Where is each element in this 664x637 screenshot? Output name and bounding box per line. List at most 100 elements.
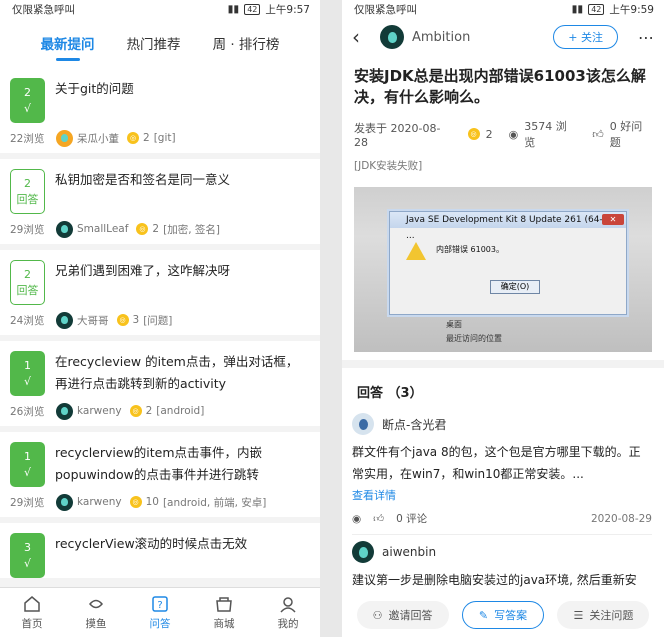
- nav-home[interactable]: 首页: [0, 588, 64, 637]
- question-title[interactable]: 关于git的问题: [55, 78, 134, 100]
- question-item[interactable]: 2 回答 私钥加密是否和签名是同一意义 29浏览 SmallLeaf ◎ 2 [加…: [0, 159, 320, 244]
- answer-count-badge: 3 √: [10, 533, 45, 578]
- question-tabs: 最新提问 热门推荐 周 · 排行榜: [0, 18, 320, 68]
- question-title[interactable]: recyclerview的item点击事件，内嵌popuwindow的点击事件并…: [55, 442, 310, 486]
- bottom-nav: 首页 摸鱼 ? 问答 商城 我的: [0, 587, 320, 637]
- battery-icon: 42: [244, 3, 261, 15]
- nav-moyu[interactable]: 摸鱼: [64, 588, 128, 637]
- avatar[interactable]: [56, 220, 73, 238]
- nav-profile[interactable]: 我的: [256, 588, 320, 637]
- answer-username[interactable]: 断点-含光君: [382, 416, 446, 433]
- question-item[interactable]: 3 √ recyclerView滚动的时候点击无效: [0, 523, 320, 578]
- answer-count-badge: 1 √: [10, 442, 45, 487]
- answer-count-badge: 2 回答: [10, 169, 45, 214]
- answers-header: 回答 （3）: [357, 386, 423, 401]
- question-item[interactable]: 2 回答 兄弟们遇到困难了，这咋解决呀 24浏览 大哥哥 ◎ 3 [问题]: [0, 250, 320, 335]
- edit-icon: ✎: [478, 608, 489, 622]
- coin-icon: ◎: [129, 405, 142, 417]
- question-title[interactable]: 私钥加密是否和签名是同一意义: [55, 169, 230, 191]
- write-answer-button[interactable]: ✎ 写答案: [461, 601, 545, 629]
- nav-qa[interactable]: ? 问答: [128, 588, 192, 637]
- tab-weekly-ranking[interactable]: 周 · 排行榜: [213, 33, 280, 53]
- username[interactable]: karweny: [77, 405, 122, 417]
- question-meta: 24浏览 大哥哥 ◎ 3 [问题]: [10, 305, 310, 335]
- answer-count-badge: 2 √: [10, 78, 45, 123]
- thumb-up-icon[interactable]: 👍︎: [373, 512, 384, 525]
- username[interactable]: 呆瓜小董: [77, 131, 119, 146]
- tab-latest[interactable]: 最新提问: [41, 33, 95, 61]
- avatar[interactable]: [352, 541, 374, 563]
- thumb-up-icon[interactable]: 👍︎: [592, 128, 604, 141]
- username[interactable]: SmallLeaf: [77, 223, 128, 235]
- tags: [问题]: [143, 314, 173, 327]
- coin-icon: ◎: [127, 132, 139, 144]
- tab-hot[interactable]: 热门推荐: [127, 33, 181, 53]
- answer-item[interactable]: aiwenbin 建议第一步是删除电脑安装过的java环境, 然后重新安: [342, 535, 664, 591]
- answer-text: 建议第一步是删除电脑安装过的java环境, 然后重新安: [352, 573, 637, 587]
- question-item[interactable]: 2 √ 关于git的问题 22浏览 呆瓜小董 ◎ 2 [git]: [0, 68, 320, 153]
- question-title[interactable]: recyclerView滚动的时候点击无效: [55, 533, 247, 555]
- tags: [android, 前端, 安卓]: [162, 496, 267, 509]
- question-title[interactable]: 兄弟们遇到困难了，这咋解决呀: [55, 260, 230, 282]
- dialog-title: Java SE Development Kit 8 Update 261 (64…: [390, 212, 626, 241]
- screenshot-side-text: 最近访问的位置: [446, 334, 502, 343]
- avatar[interactable]: [56, 311, 73, 329]
- dialog-close-icon: ✕: [602, 214, 624, 225]
- eye-icon: ◉: [508, 127, 519, 141]
- error-dialog: Java SE Development Kit 8 Update 261 (64…: [389, 211, 627, 315]
- dialog-ok-button: 确定(O): [490, 280, 540, 294]
- divider: [342, 360, 664, 368]
- author-avatar[interactable]: [380, 25, 404, 49]
- answer-username[interactable]: aiwenbin: [382, 545, 436, 559]
- tags: [加密, 签名]: [163, 223, 220, 236]
- coin-count: 2: [485, 127, 493, 141]
- author-name[interactable]: Ambition: [412, 30, 470, 45]
- status-bar: 仅限紧急呼叫 ▮▮ 42 上午9:59: [342, 0, 664, 18]
- carrier-text: 仅限紧急呼叫: [12, 3, 75, 16]
- avatar[interactable]: [56, 402, 73, 420]
- status-bar: 仅限紧急呼叫 ▮▮ 42 上午9:57: [0, 0, 320, 18]
- dialog-message: 内部错误 61003。: [436, 245, 504, 254]
- good-question-count[interactable]: 0 好问题: [610, 118, 652, 150]
- clock-text: 上午9:57: [265, 3, 310, 16]
- svg-text:?: ?: [157, 600, 162, 611]
- answer-count-badge: 1 √: [10, 351, 45, 396]
- coin-icon: ◎: [136, 223, 149, 235]
- back-arrow-icon[interactable]: ‹: [352, 25, 376, 49]
- coin-icon: ◎: [467, 128, 480, 140]
- tags: [android]: [156, 405, 205, 417]
- invite-answer-button[interactable]: ⚇ 邀请回答: [356, 601, 449, 629]
- answer-count-badge: 2 回答: [10, 260, 45, 305]
- question-icon: ?: [150, 594, 170, 614]
- answer-item[interactable]: 断点-含光君 群文件有个java 8的包，这个包是官方哪里下载的。正常实用，在w…: [342, 407, 664, 535]
- question-meta: 22浏览 呆瓜小董 ◎ 2 [git]: [10, 123, 310, 153]
- answer-text: 群文件有个java 8的包，这个包是官方哪里下载的。正常实用，在win7，和wi…: [352, 445, 641, 481]
- question-meta: 29浏览 SmallLeaf ◎ 2 [加密, 签名]: [10, 214, 310, 244]
- question-tag[interactable]: [JDK安装失败]: [342, 150, 664, 173]
- answer-meta: ◉ 👍︎ 0 评论 2020-08-29: [352, 511, 652, 535]
- detail-header: ‹ Ambition + 关注 ⋯: [342, 18, 664, 56]
- posted-date: 发表于 2020-08-28: [354, 121, 441, 149]
- home-icon: [22, 594, 42, 614]
- fish-icon: [86, 594, 106, 614]
- question-item[interactable]: 1 √ recyclerview的item点击事件，内嵌popuwindow的点击…: [0, 432, 320, 517]
- coin-icon: ◎: [129, 496, 142, 508]
- carrier-text: 仅限紧急呼叫: [354, 3, 417, 16]
- nav-shop[interactable]: 商城: [192, 588, 256, 637]
- follow-button[interactable]: + 关注: [553, 25, 618, 49]
- question-meta: 29浏览 karweny ◎ 10 [android, 前端, 安卓]: [10, 487, 310, 517]
- username[interactable]: 大哥哥: [77, 313, 109, 328]
- more-icon[interactable]: ⋯: [638, 28, 654, 47]
- username[interactable]: karweny: [77, 496, 122, 508]
- view-details-link[interactable]: 查看详情: [352, 487, 652, 503]
- question-title[interactable]: 在recycleview 的item点击，弹出对话框，再进行点击跳转到新的act…: [55, 351, 310, 395]
- question-item[interactable]: 1 √ 在recycleview 的item点击，弹出对话框，再进行点击跳转到新的…: [0, 341, 320, 426]
- avatar[interactable]: [56, 129, 73, 147]
- question-screenshot[interactable]: 桌面 最近访问的位置 Java SE Development Kit 8 Upd…: [354, 187, 652, 352]
- avatar[interactable]: [352, 413, 374, 435]
- signal-icon: ▮▮: [227, 3, 240, 15]
- tags: [git]: [153, 132, 176, 144]
- follow-question-button[interactable]: ☰ 关注问题: [557, 601, 650, 629]
- comment-count[interactable]: 0 评论: [396, 511, 427, 526]
- avatar[interactable]: [56, 493, 73, 511]
